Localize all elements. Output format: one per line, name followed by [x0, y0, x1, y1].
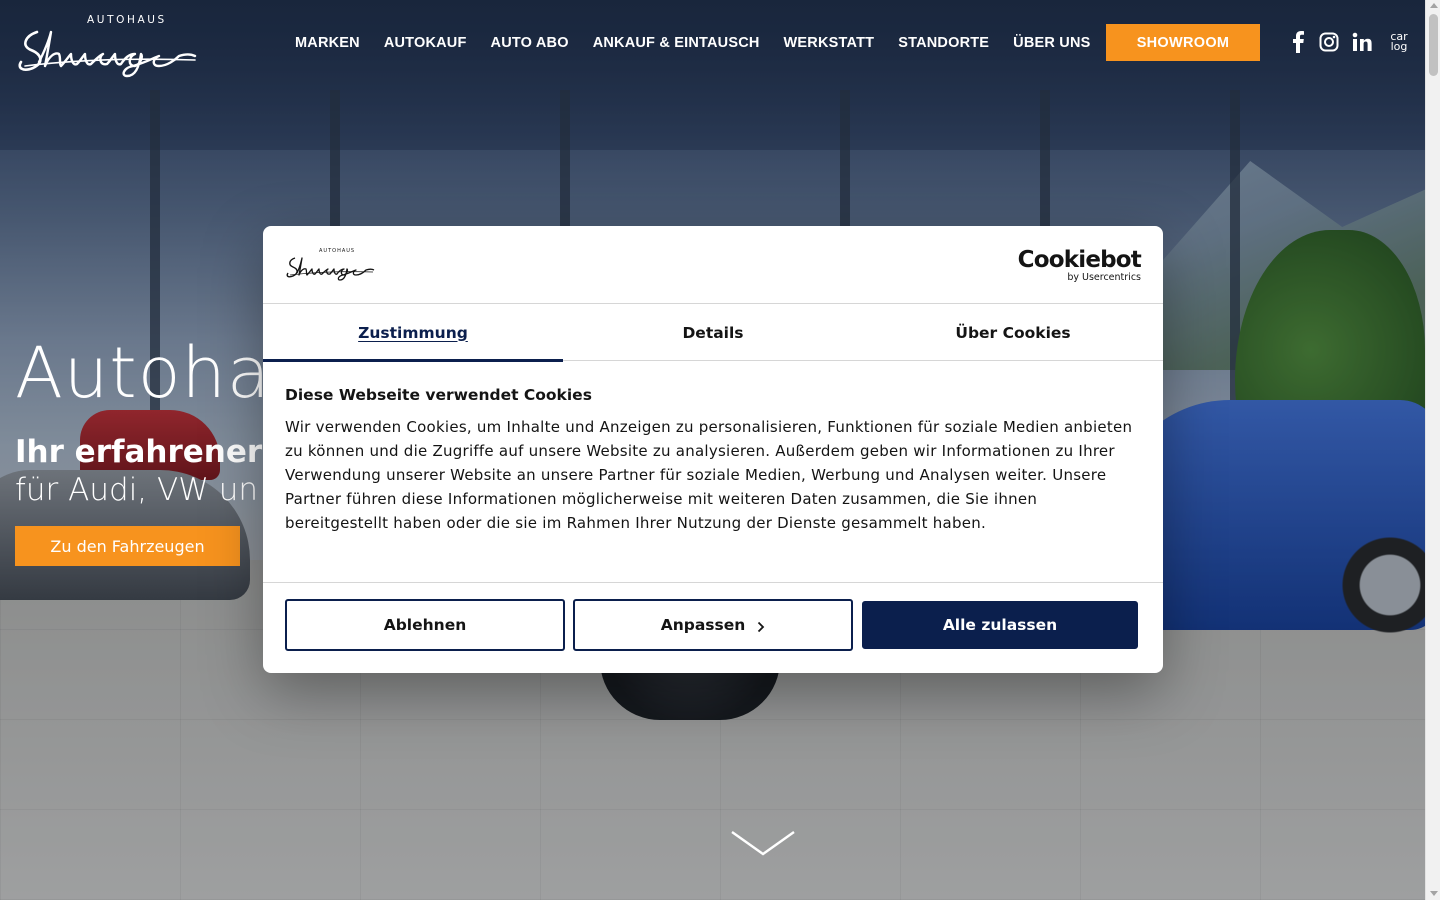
cookie-dialog-header: AUTOHAUS Cookiebot by Usercentrics — [263, 226, 1163, 304]
customize-label: Anpassen — [660, 616, 746, 634]
cookie-dialog-tabs: Zustimmung Details Über Cookies — [263, 304, 1163, 362]
nav-item-auto-abo[interactable]: AUTO ABO — [479, 35, 581, 51]
cookie-dialog-footer: Ablehnen Anpassen Alle zulassen — [263, 582, 1163, 673]
hero-title: Autoha — [15, 332, 271, 414]
cookie-dialog-logo: AUTOHAUS — [285, 248, 375, 282]
cookie-logo-wordmark: AUTOHAUS — [319, 248, 356, 254]
hero-subtitle-bold: Ihr erfahrener S — [15, 434, 296, 470]
cookiebot-logo-text: Cookiebot — [1017, 247, 1142, 273]
linkedin-icon[interactable] — [1351, 30, 1373, 54]
allow-all-button[interactable]: Alle zulassen — [862, 601, 1138, 649]
tab-ueber-cookies[interactable]: Über Cookies — [863, 304, 1163, 361]
carclog-text-bottom: log — [1390, 40, 1408, 53]
decline-button[interactable]: Ablehnen — [285, 599, 565, 651]
customize-button[interactable]: Anpassen — [573, 599, 853, 651]
page-scrollbar[interactable] — [1425, 0, 1440, 900]
cookie-consent-dialog: AUTOHAUS Cookiebot by Usercentrics Zusti… — [263, 226, 1163, 673]
allow-all-label: Alle zulassen — [942, 616, 1058, 634]
vehicles-button[interactable]: Zu den Fahrzeugen — [15, 526, 240, 566]
cookie-dialog-body: Diese Webseite verwendet Cookies Wir ver… — [285, 384, 1141, 535]
main-navigation: MARKEN AUTOKAUF AUTO ABO ANKAUF & EINTAU… — [283, 24, 1103, 61]
tab-label: Über Cookies — [955, 323, 1071, 342]
tab-label: Zustimmung — [358, 323, 468, 342]
logo-signature-icon — [18, 30, 197, 78]
tab-details[interactable]: Details — [563, 304, 863, 361]
tab-label: Details — [682, 323, 744, 342]
nav-item-autokauf[interactable]: AUTOKAUF — [372, 35, 479, 51]
scroll-up-arrow-icon[interactable] — [1430, 3, 1438, 8]
nav-item-werkstatt[interactable]: WERKSTATT — [772, 35, 887, 51]
decline-label: Ablehnen — [383, 616, 467, 634]
nav-item-standorte[interactable]: STANDORTE — [886, 35, 1001, 51]
cookie-dialog-text: Wir verwenden Cookies, um Inhalte und An… — [285, 418, 1133, 532]
chevron-right-icon — [758, 621, 765, 632]
tab-zustimmung[interactable]: Zustimmung — [263, 304, 563, 362]
instagram-icon[interactable] — [1318, 30, 1340, 54]
cookiebot-brand[interactable]: Cookiebot by Usercentrics — [1017, 247, 1142, 284]
cookie-dialog-heading: Diese Webseite verwendet Cookies — [285, 386, 592, 404]
scrollbar-thumb[interactable] — [1429, 14, 1438, 76]
nav-item-ueber-uns[interactable]: ÜBER UNS — [1001, 35, 1102, 51]
nav-item-marken[interactable]: MARKEN — [283, 35, 372, 51]
cookiebot-byline: by Usercentrics — [1067, 272, 1141, 283]
nav-item-ankauf-eintausch[interactable]: ANKAUF & EINTAUSCH — [581, 35, 772, 51]
showroom-button[interactable]: SHOWROOM — [1106, 24, 1260, 61]
scroll-down-chevron-icon[interactable] — [730, 828, 796, 858]
carclog-icon[interactable]: car log — [1386, 29, 1412, 55]
scroll-down-arrow-icon[interactable] — [1430, 891, 1438, 896]
hero-subtitle-light: für Audi, VW un — [15, 472, 259, 508]
facebook-icon[interactable] — [1288, 30, 1308, 54]
site-logo[interactable]: AUTOHAUS — [15, 10, 200, 78]
